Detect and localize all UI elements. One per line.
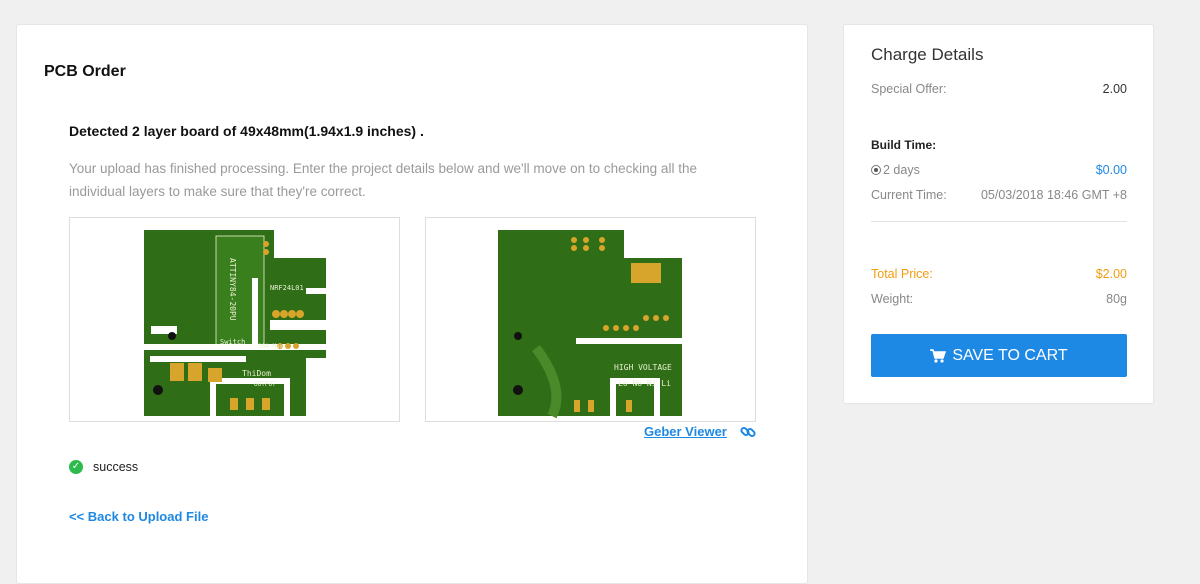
weight-row: Weight: 80g (871, 292, 1127, 306)
charge-details-title: Charge Details (871, 45, 984, 64)
board-label-10a: 10A Max (258, 343, 284, 350)
build-option-price: $0.00 (1095, 163, 1127, 177)
special-offer-row: Special Offer: 2.00 (871, 82, 1127, 96)
board-label-switch: Switch (220, 338, 245, 346)
divider (871, 221, 1127, 222)
special-offer-value: 2.00 (1102, 82, 1127, 96)
pcb-order-panel: PCB Order Detected 2 layer board of 49x4… (16, 24, 808, 584)
board-label-output: OUTPUT (254, 381, 276, 388)
weight-value: 80g (1106, 292, 1127, 306)
link-icon[interactable] (740, 424, 756, 440)
board-label-lonoli: Lo No Ni Li (618, 379, 671, 388)
processing-description: Your upload has finished processing. Ent… (69, 161, 697, 199)
status-text: success (93, 460, 139, 474)
total-price-label: Total Price: (871, 267, 933, 281)
board-label-high-voltage: HIGH VOLTAGE (614, 363, 672, 372)
board-label-attiny: ATTINY84-20PU (228, 258, 237, 321)
cart-icon (930, 348, 947, 363)
pcb-bottom-preview: HIGH VOLTAGE Lo No Ni Li (425, 217, 756, 422)
board-label-thidom: ThiDom (242, 369, 271, 378)
radio-selected-icon[interactable] (871, 165, 881, 175)
build-time-option[interactable]: 2 days $0.00 (871, 163, 1127, 177)
board-detected-text: Detected 2 layer board of 49x48mm(1.94x1… (69, 123, 424, 139)
current-time-value: 05/03/2018 18:46 GMT +8 (980, 188, 1127, 202)
save-to-cart-label: SAVE TO CART (952, 346, 1068, 364)
current-time-label: Current Time: (871, 188, 947, 202)
special-offer-label: Special Offer: (871, 82, 947, 96)
current-time-row: Current Time: 05/03/2018 18:46 GMT +8 (871, 188, 1127, 202)
upload-status: ✓ success (69, 460, 138, 474)
board-label-nrf: NRF24L01 (270, 284, 304, 292)
charge-details-panel: Charge Details Special Offer: 2.00 Build… (843, 24, 1154, 404)
check-circle-icon: ✓ (69, 460, 83, 474)
save-to-cart-button[interactable]: SAVE TO CART (871, 334, 1127, 377)
weight-label: Weight: (871, 292, 914, 306)
gerber-viewer-link[interactable]: Geber Viewer (644, 424, 727, 439)
pcb-top-preview: Switch 10A Max NRF24L01 ThiDom OUTPUT AT… (69, 217, 400, 422)
total-price-row: Total Price: $2.00 (871, 267, 1127, 281)
total-price-value: $2.00 (1095, 267, 1127, 281)
build-time-label: Build Time: (871, 138, 937, 152)
back-to-upload-link[interactable]: << Back to Upload File (69, 509, 208, 524)
page-title: PCB Order (44, 63, 126, 80)
build-option-label: 2 days (883, 163, 920, 177)
